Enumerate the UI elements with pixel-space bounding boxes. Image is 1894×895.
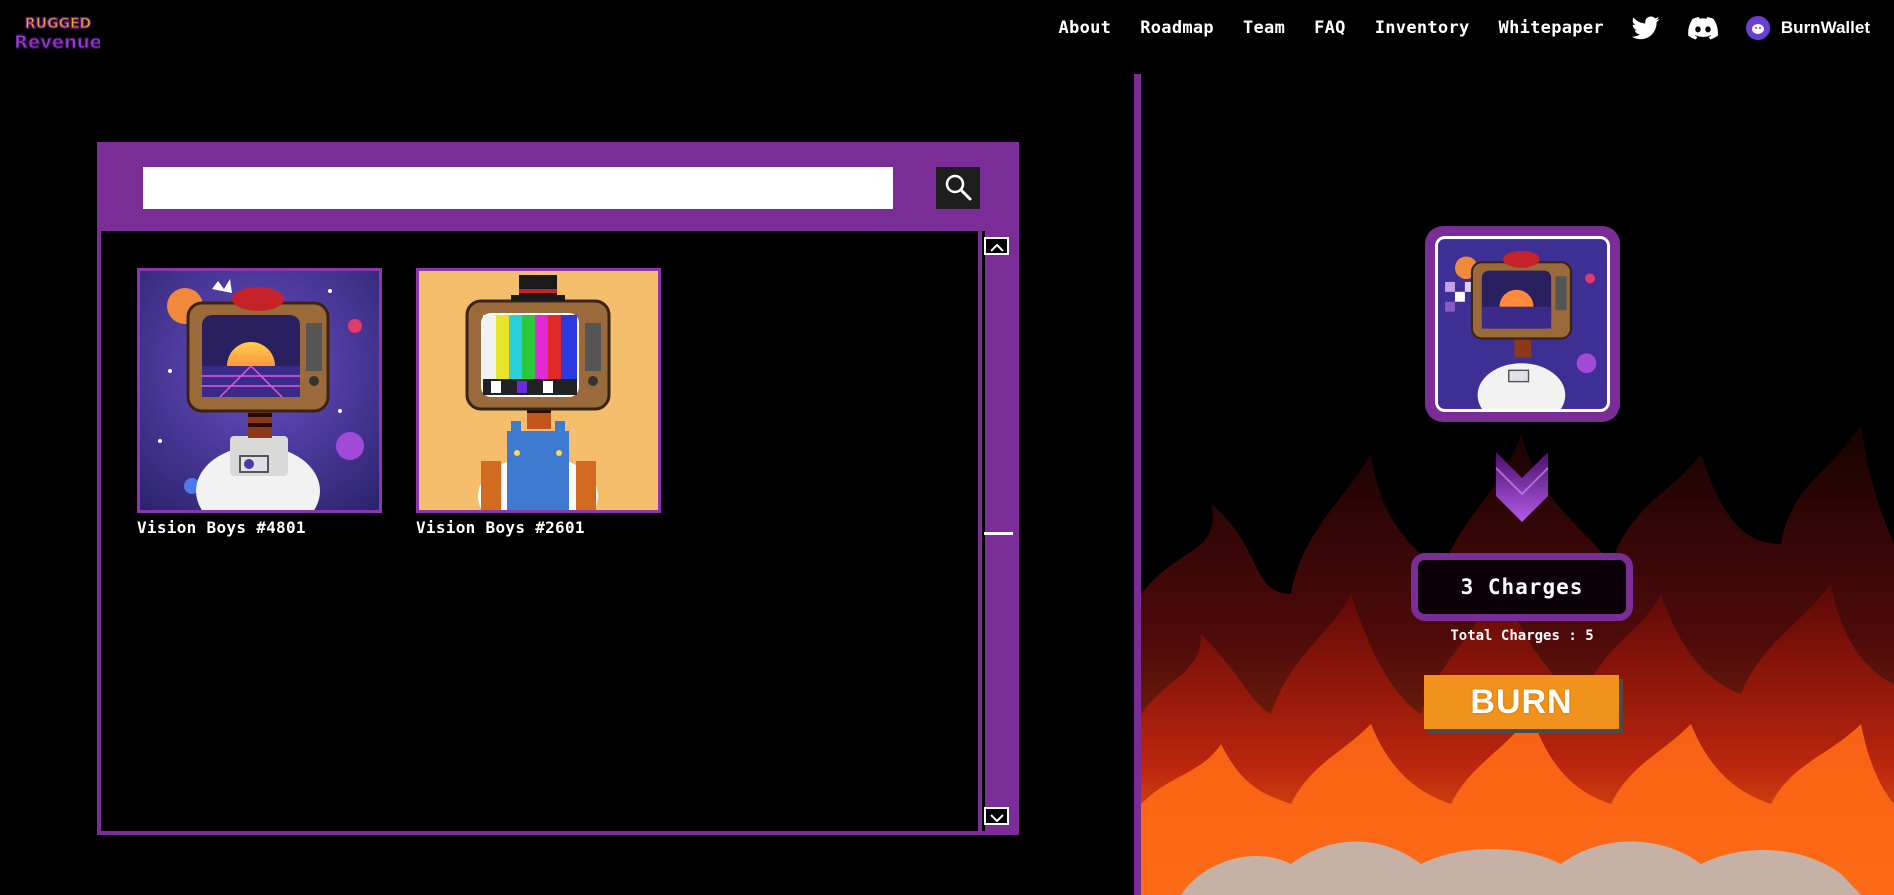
- scroll-up-button[interactable]: [984, 237, 1009, 255]
- nav-whitepaper[interactable]: Whitepaper: [1499, 18, 1604, 38]
- chevron-up-icon: [989, 237, 1004, 256]
- vertical-divider: [1134, 74, 1141, 895]
- inventory-panel: Vision Boys #4801 Vision Boys #2601: [97, 142, 1019, 835]
- wallet-button[interactable]: BurnWallet: [1745, 16, 1870, 40]
- nft-card[interactable]: Vision Boys #2601: [416, 268, 661, 537]
- selected-nft-frame: [1425, 226, 1620, 422]
- scrollbar[interactable]: [978, 231, 1015, 831]
- scrollbar-thumb[interactable]: [984, 532, 1013, 535]
- header: RUGGED Revenue About Roadmap Team FAQ In…: [0, 0, 1894, 60]
- svg-text:RUGGED: RUGGED: [25, 16, 91, 32]
- svg-text:Revenue: Revenue: [16, 32, 100, 53]
- burn-button[interactable]: BURN: [1424, 675, 1619, 729]
- twitter-icon[interactable]: [1631, 16, 1660, 40]
- nft-card[interactable]: Vision Boys #4801: [137, 268, 382, 537]
- nft-card-label: Vision Boys #4801: [137, 518, 306, 537]
- search-input[interactable]: [143, 167, 893, 209]
- discord-icon[interactable]: [1688, 16, 1718, 40]
- nft-image-space-astronaut: [137, 268, 382, 513]
- charges-label: 3 Charges: [1460, 575, 1584, 599]
- burn-button-label: BURN: [1470, 682, 1573, 721]
- scroll-down-button[interactable]: [984, 807, 1009, 825]
- nav-team[interactable]: Team: [1243, 18, 1285, 38]
- search-button[interactable]: [936, 167, 980, 209]
- charges-box: 3 Charges: [1411, 553, 1633, 621]
- nav-about[interactable]: About: [1059, 18, 1112, 38]
- chevron-down-arrow-icon: [1492, 450, 1552, 529]
- chevron-down-icon: [989, 807, 1004, 826]
- nav-roadmap[interactable]: Roadmap: [1140, 18, 1214, 38]
- nft-image-tv-overalls: [416, 268, 661, 513]
- search-icon: [943, 172, 973, 205]
- total-charges-label: Total Charges : 5: [1450, 628, 1594, 644]
- wallet-label: BurnWallet: [1780, 18, 1870, 37]
- wallet-avatar-icon: [1745, 16, 1770, 40]
- nav-faq[interactable]: FAQ: [1314, 18, 1346, 38]
- scrollbar-track: [982, 231, 1014, 831]
- nft-card-label: Vision Boys #2601: [416, 518, 585, 537]
- selected-nft-image: [1435, 236, 1610, 412]
- top-nav: About Roadmap Team FAQ Inventory Whitepa…: [1030, 12, 1870, 44]
- nav-inventory[interactable]: Inventory: [1375, 18, 1470, 38]
- rugged-revenue-logo[interactable]: RUGGED Revenue: [16, 10, 100, 54]
- search-bar: [101, 146, 1015, 231]
